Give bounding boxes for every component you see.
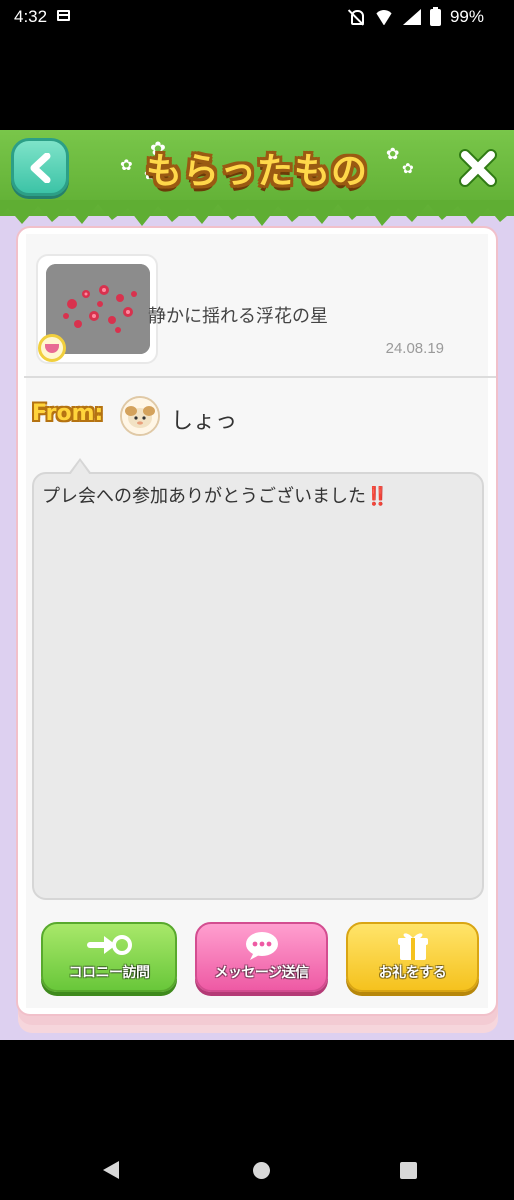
received-date: 24.08.19: [385, 340, 444, 357]
exclamation-icon: ‼️: [366, 486, 389, 507]
message-body: プレ会への参加ありがとうございました: [42, 486, 366, 507]
divider: [24, 376, 496, 378]
item-name: 静かに揺れる浮花の星: [148, 306, 328, 327]
signal-icon: [402, 9, 421, 25]
visit-colony-label: コロニー訪問: [68, 965, 151, 981]
wifi-icon: [374, 10, 394, 25]
battery-percent: 99%: [449, 7, 484, 26]
message-text: プレ会への参加ありがとうございました‼️: [42, 482, 388, 508]
status-icons: 99%: [347, 6, 484, 27]
navigation-bar: [0, 1140, 514, 1200]
page-title: もらったもの: [145, 151, 368, 192]
calendar-icon: [57, 10, 70, 21]
speech-bubble-tail-fill: [70, 461, 90, 475]
sender-name[interactable]: しょっ: [171, 403, 237, 435]
back-icon[interactable]: [103, 1161, 119, 1179]
home-icon[interactable]: [253, 1162, 270, 1179]
from-label: From:: [32, 401, 104, 426]
grass-decoration: [0, 200, 514, 226]
game-screen: ✿ ✿ ✿ ✿ ✿ もらったもの 静かに揺れる浮花の星 24.08.19 Fro…: [0, 130, 514, 1040]
status-time: 4:32: [14, 7, 48, 26]
thank-label: お礼をする: [378, 965, 447, 981]
sender-avatar[interactable]: [120, 396, 160, 436]
recents-icon[interactable]: [400, 1162, 417, 1179]
visit-colony-button[interactable]: コロニー訪問: [41, 922, 177, 992]
visit-arrow-icon: [87, 935, 132, 955]
mute-icon: [347, 9, 365, 25]
close-button[interactable]: [458, 148, 498, 188]
battery-icon: [429, 6, 441, 26]
send-message-button[interactable]: メッセージ送信: [195, 922, 328, 992]
chat-bubble-icon: [245, 932, 278, 960]
message-box: [32, 472, 484, 900]
gift-box-icon: [397, 933, 428, 960]
thank-button[interactable]: お礼をする: [346, 922, 479, 992]
send-message-label: メッセージ送信: [214, 965, 309, 981]
status-bar: 4:32 99%: [0, 0, 514, 34]
